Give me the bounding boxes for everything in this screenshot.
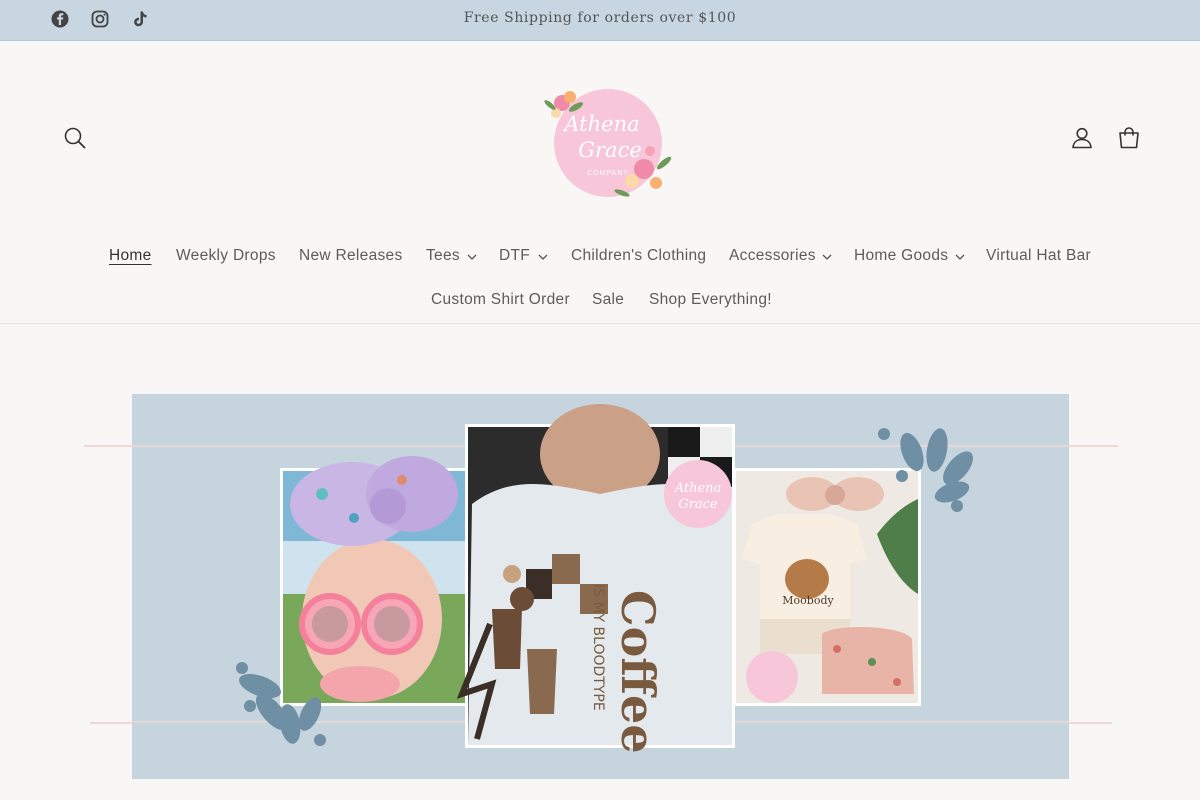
nav-home[interactable]: Home (109, 247, 152, 265)
baby-outfit-photo: Moobody (733, 468, 921, 706)
account-icon[interactable] (1069, 125, 1095, 151)
nav-shop-everything[interactable]: Shop Everything! (649, 291, 772, 309)
cart-icon[interactable] (1116, 125, 1142, 151)
hero-banner[interactable]: Coffee IS MY BLOODTYPE Athena Grace Moob… (132, 394, 1069, 779)
chevron-down-icon (822, 254, 832, 260)
chevron-down-icon (955, 254, 965, 260)
nav-home-goods[interactable]: Home Goods (854, 247, 948, 265)
nav-weekly-drops[interactable]: Weekly Drops (176, 247, 276, 265)
brand-logo[interactable]: Athena Grace COMPANY (540, 85, 676, 203)
nav-tees[interactable]: Tees (426, 247, 460, 265)
search-icon[interactable] (62, 125, 88, 151)
logo-text-company: COMPANY (587, 170, 629, 177)
badge-text-athena: Athena (674, 481, 722, 496)
chevron-down-icon (538, 254, 548, 260)
nav-new-releases[interactable]: New Releases (299, 247, 403, 265)
nav-custom-shirt-order[interactable]: Custom Shirt Order (431, 291, 570, 309)
shirt-graphic-subtext: IS MY BLOODTYPE (590, 584, 606, 711)
nav-dtf[interactable]: DTF (499, 247, 530, 265)
badge-text-grace: Grace (678, 497, 718, 512)
announcement-bar: Free Shipping for orders over $100 (0, 0, 1200, 41)
announcement-text: Free Shipping for orders over $100 (463, 10, 737, 26)
chevron-down-icon (467, 254, 477, 260)
shirt-print-text: Moobody (782, 594, 834, 607)
coffee-tee-photo: Coffee IS MY BLOODTYPE Athena Grace (456, 404, 735, 754)
logo-text-grace: Grace (578, 138, 642, 162)
site-header: Athena Grace COMPANY Home Weekly Drops N… (0, 41, 1200, 324)
nav-childrens-clothing[interactable]: Children's Clothing (571, 247, 706, 265)
baby-bow-photo (280, 456, 468, 706)
nav-sale[interactable]: Sale (592, 291, 624, 309)
shirt-graphic-text: Coffee (611, 590, 665, 754)
nav-virtual-hat-bar[interactable]: Virtual Hat Bar (986, 247, 1091, 265)
nav-accessories[interactable]: Accessories (729, 247, 816, 265)
logo-text-athena: Athena (562, 112, 639, 136)
